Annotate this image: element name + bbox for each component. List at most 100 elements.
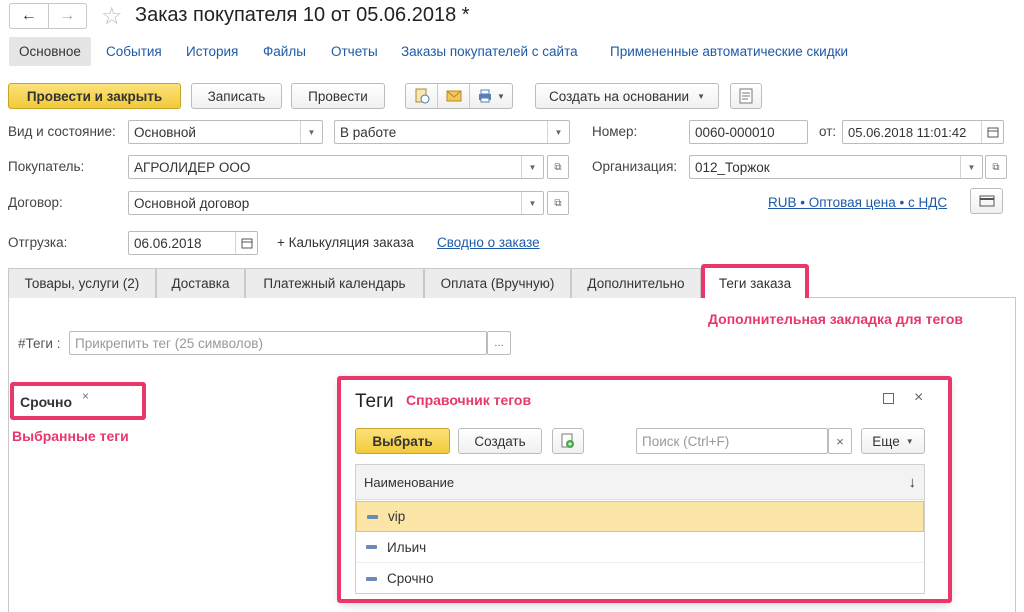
forward-button[interactable]: → (47, 4, 87, 28)
contract-value: Основной договор (134, 195, 250, 211)
document-icon (739, 88, 753, 104)
favorite-star-icon[interactable]: ☆ (101, 2, 123, 31)
chevron-down-icon[interactable]: ▼ (300, 121, 322, 143)
kind-select[interactable]: Основной ▼ (128, 120, 323, 144)
page-title: Заказ покупателя 10 от 05.06.2018 * (135, 4, 470, 26)
order-summary-link[interactable]: Сводно о заказе (437, 235, 540, 250)
add-document-icon (561, 433, 574, 448)
contract-select[interactable]: Основной договор ▼ (128, 191, 544, 215)
open-link-icon[interactable]: ⧉ (985, 155, 1007, 179)
chevron-down-icon[interactable]: ▼ (547, 121, 569, 143)
print-button[interactable]: ▼ (470, 84, 512, 108)
maximize-icon[interactable] (883, 393, 894, 404)
create-copy-button[interactable] (552, 428, 584, 454)
state-select[interactable]: В работе ▼ (334, 120, 570, 144)
number-field[interactable]: 0060-000010 (689, 120, 808, 144)
link-events[interactable]: События (106, 44, 162, 59)
link-auto-discounts[interactable]: Примененные автоматические скидки (610, 44, 848, 59)
link-files[interactable]: Файлы (263, 44, 306, 59)
tags-label: #Теги : (18, 336, 61, 351)
buyer-value: АГРОЛИДЕР ООО (134, 159, 251, 175)
list-row[interactable]: Срочно (356, 563, 924, 594)
link-reports[interactable]: Отчеты (331, 44, 378, 59)
contract-label: Договор: (8, 195, 63, 210)
toolbar-icon-group: ▼ (405, 83, 513, 109)
selected-tag: Срочно (20, 394, 73, 410)
state-value: В работе (340, 124, 397, 140)
chevron-down-icon: ▼ (497, 91, 505, 101)
open-link-icon[interactable]: ⧉ (547, 191, 569, 215)
organization-label: Организация: (592, 159, 678, 174)
tags-list: Наименование ↓ vip Ильич Срочно (355, 464, 925, 594)
credit-card-icon (979, 195, 994, 207)
link-site-orders[interactable]: Заказы покупателей с сайта (401, 44, 578, 59)
select-button[interactable]: Выбрать (355, 428, 450, 454)
back-button[interactable]: ← (10, 4, 48, 28)
arrow-left-icon: ← (20, 7, 37, 24)
printer-icon (479, 89, 492, 103)
payment-card-button[interactable] (970, 188, 1003, 214)
row-name: vip (388, 509, 406, 524)
tag-select-button[interactable]: ... (487, 331, 511, 355)
mail-icon[interactable] (438, 84, 470, 108)
chevron-down-icon[interactable]: ▼ (521, 156, 543, 178)
price-settings-link[interactable]: RUB • Оптовая цена • с НДС (768, 195, 947, 210)
post-button[interactable]: Провести (291, 83, 385, 109)
buyer-label: Покупатель: (8, 159, 85, 174)
shipment-date-value: 06.06.2018 (134, 235, 202, 251)
create-based-on-button[interactable]: Создать на основании ▼ (535, 83, 719, 109)
column-name-header: Наименование (364, 474, 455, 490)
dialog-search-input[interactable]: Поиск (Ctrl+F) (636, 428, 828, 454)
history-nav: ← → (9, 3, 87, 29)
shipment-label: Отгрузка: (8, 235, 68, 250)
close-icon[interactable]: × (914, 389, 923, 407)
document-report-button[interactable] (730, 83, 762, 109)
item-marker-icon (366, 576, 377, 581)
calculation-toggle[interactable]: + Калькуляция заказа (277, 235, 414, 250)
date-value: 05.06.2018 11:01:42 (848, 124, 967, 140)
tag-input[interactable]: Прикрепить тег (25 символов) (69, 331, 487, 355)
more-label: Еще (872, 433, 900, 449)
list-header[interactable]: Наименование ↓ (356, 465, 924, 500)
calendar-icon[interactable] (981, 121, 1003, 143)
open-link-icon[interactable]: ⧉ (547, 155, 569, 179)
date-field[interactable]: 05.06.2018 11:01:42 (842, 120, 1004, 144)
kind-state-label: Вид и состояние: (8, 124, 116, 139)
post-and-close-button[interactable]: Провести и закрыть (8, 83, 181, 109)
tab-additional[interactable]: Дополнительно (571, 268, 701, 298)
buyer-select[interactable]: АГРОЛИДЕР ООО ▼ (128, 155, 544, 179)
tab-payment[interactable]: Оплата (Вручную) (424, 268, 571, 298)
shipment-date-field[interactable]: 06.06.2018 (128, 231, 258, 255)
selected-annotation: Выбранные теги (12, 428, 129, 444)
kind-value: Основной (134, 124, 196, 140)
tab-payment-calendar[interactable]: Платежный календарь (245, 268, 424, 298)
chevron-down-icon: ▼ (905, 436, 914, 446)
remove-tag-icon[interactable]: × (82, 389, 89, 403)
more-button[interactable]: Еще ▼ (861, 428, 925, 454)
tab-main[interactable]: Основное (9, 37, 91, 66)
number-label: Номер: (592, 124, 638, 139)
tab-delivery[interactable]: Доставка (156, 268, 245, 298)
create-based-on-label: Создать на основании (549, 88, 690, 104)
dialog-title: Теги (355, 391, 394, 412)
dialog-annotation: Справочник тегов (406, 392, 532, 408)
sort-down-icon[interactable]: ↓ (909, 474, 917, 491)
item-marker-icon (367, 514, 378, 519)
item-marker-icon (366, 545, 377, 549)
row-name: Ильич (387, 539, 427, 555)
list-row[interactable]: Ильич (356, 532, 924, 563)
document-clock-icon[interactable] (406, 84, 438, 108)
chevron-down-icon: ▼ (697, 91, 705, 101)
tab-goods[interactable]: Товары, услуги (2) (8, 268, 156, 298)
date-from-label: от: (819, 124, 837, 139)
calendar-icon[interactable] (235, 232, 257, 254)
clear-search-icon[interactable]: × (828, 428, 852, 454)
chevron-down-icon[interactable]: ▼ (960, 156, 982, 178)
tab-annotation: Дополнительная закладка для тегов (708, 311, 964, 327)
save-button[interactable]: Записать (191, 83, 282, 109)
list-row[interactable]: vip (356, 501, 924, 532)
chevron-down-icon[interactable]: ▼ (521, 192, 543, 214)
link-history[interactable]: История (186, 44, 238, 59)
organization-select[interactable]: 012_Торжок ▼ (689, 155, 983, 179)
create-button[interactable]: Создать (458, 428, 542, 454)
